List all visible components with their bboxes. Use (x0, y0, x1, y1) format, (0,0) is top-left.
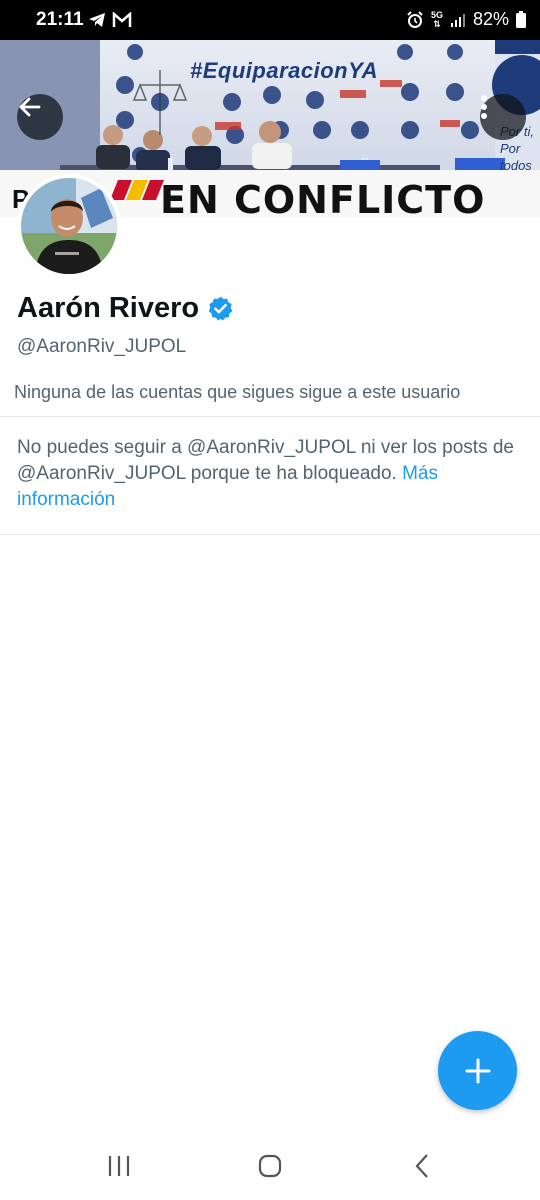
verified-badge-icon[interactable] (207, 295, 234, 322)
back-button[interactable] (17, 94, 63, 140)
status-right: 5G ⇅ 82% (406, 9, 526, 30)
network-badge: 5G ⇅ (430, 9, 443, 29)
blocked-notice: No puedes seguir a @AaronRiv_JUPOL ni ve… (17, 435, 517, 513)
signal-icon (450, 13, 465, 27)
recents-button[interactable] (99, 1150, 139, 1182)
name-row: Aarón Rivero (17, 292, 234, 325)
battery-icon (516, 11, 526, 28)
home-circle-icon (258, 1154, 282, 1178)
arrow-left-icon (19, 97, 41, 117)
banner-headline: EN CONFLICTO (160, 178, 486, 217)
avatar[interactable] (17, 174, 121, 278)
display-name: Aarón Rivero (17, 292, 200, 324)
status-time: 21:11 (36, 9, 84, 30)
gmail-icon (112, 12, 132, 27)
avatar-photo (21, 178, 117, 274)
nav-back-button[interactable] (402, 1150, 442, 1182)
recents-icon (108, 1156, 130, 1176)
system-nav-bar (0, 1130, 540, 1200)
compose-fab[interactable] (438, 1031, 517, 1110)
blocked-notice-text: No puedes seguir a @AaronRiv_JUPOL ni ve… (17, 437, 514, 484)
divider (0, 534, 540, 535)
more-options-button[interactable] (480, 94, 526, 140)
divider (0, 416, 540, 417)
status-bar: 21:11 5G ⇅ 82% (0, 0, 540, 40)
telegram-icon (89, 13, 105, 27)
battery-percent: 82% (472, 9, 509, 29)
alarm-icon (407, 10, 423, 28)
banner-hashtag: #EquiparacionYA (190, 58, 379, 83)
chevron-left-icon (415, 1154, 428, 1178)
plus-icon (465, 1058, 490, 1083)
profile-handle: @AaronRiv_JUPOL (17, 336, 187, 357)
notification-icons (88, 12, 132, 28)
home-button[interactable] (250, 1150, 290, 1182)
followers-you-know[interactable]: Ninguna de las cuentas que sigues sigue … (14, 382, 460, 403)
more-vertical-icon (481, 95, 487, 119)
